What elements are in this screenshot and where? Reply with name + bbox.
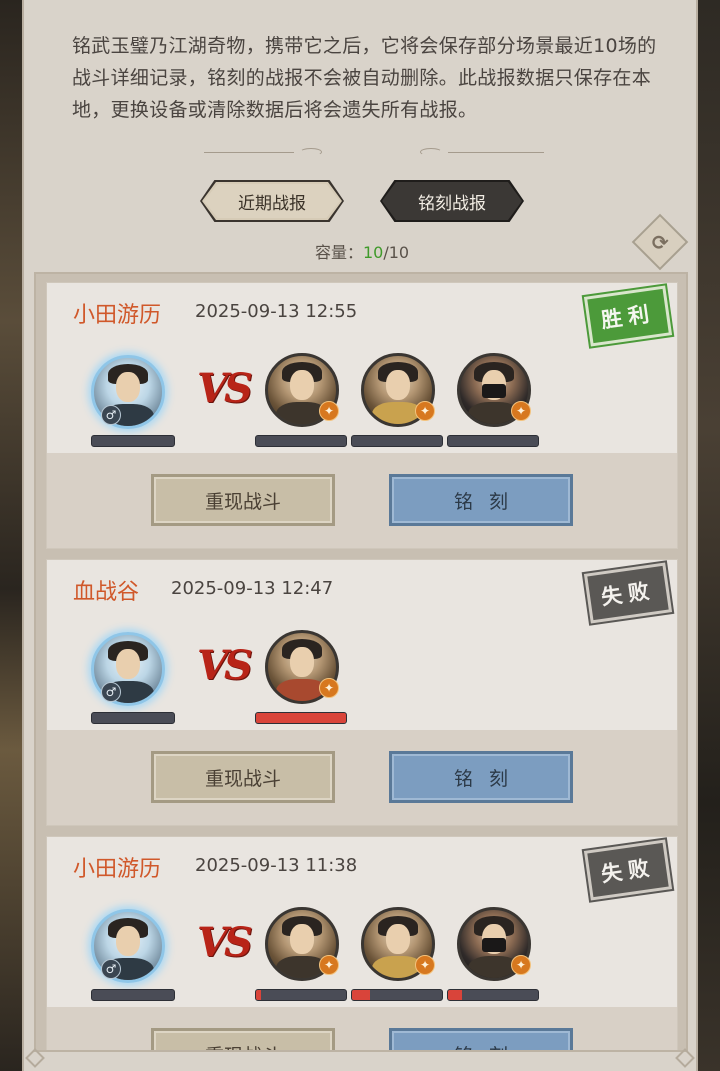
replay-battle-button[interactable]: 重现战斗 [151,474,335,526]
tab-recent-reports[interactable]: 近期战报 [202,182,342,220]
result-stamp-lose: 失败 [583,562,673,624]
player-hp-bar [91,435,175,447]
enemy-hp-bar [447,435,539,447]
divider-ornament-left [204,148,334,156]
engrave-button[interactable]: 铭刻 [389,1028,573,1050]
refresh-icon: ⟳ [651,229,669,254]
divider-ornament-right [416,148,546,156]
battle-time: 2025-09-13 12:55 [195,301,358,322]
vs-emblem: VS [197,642,253,689]
enemy-hp-bar [255,712,347,724]
fire-element-icon: ✦ [319,678,339,698]
capacity-max: 10 [388,243,410,262]
battle-list[interactable]: 小田游历 2025-09-13 12:55 胜利 ♂ VS ✦ ✦ ✦ 重现战斗… [34,272,688,1052]
battle-card: 血战谷 2025-09-13 12:47 失败 ♂ VS ✦ 重现战斗 铭刻 [46,559,678,826]
engrave-button[interactable]: 铭刻 [389,751,573,803]
fire-element-icon: ✦ [511,401,531,421]
battle-report-panel: 铭武玉璧乃江湖奇物，携带它之后，它将会保存部分场景最近10场的战斗详细记录，铭刻… [22,0,698,1071]
background-scenery-left [0,0,22,1071]
battle-card: 小田游历 2025-09-13 11:38 失败 ♂ VS ✦ ✦ ✦ [46,836,678,1050]
capacity-indicator: 容量：10/10 [24,239,700,263]
player-hp-bar [91,712,175,724]
male-icon: ♂ [101,682,121,702]
battle-location: 小田游历 [73,857,162,882]
fire-element-icon: ✦ [319,955,339,975]
battle-card: 小田游历 2025-09-13 12:55 胜利 ♂ VS ✦ ✦ ✦ 重现战斗… [46,282,678,549]
fire-element-icon: ✦ [415,955,435,975]
enemy-hp-bar [255,435,347,447]
male-icon: ♂ [101,405,121,425]
fire-element-icon: ✦ [319,401,339,421]
vs-emblem: VS [197,919,253,966]
battle-location: 小田游历 [73,303,162,328]
battle-time: 2025-09-13 12:47 [171,578,334,599]
background-scenery-right [698,0,720,1071]
battle-location: 血战谷 [73,580,140,605]
enemy-hp-bar [351,435,443,447]
capacity-label: 容量： [314,243,363,262]
replay-battle-button[interactable]: 重现战斗 [151,751,335,803]
capacity-current: 10 [362,243,384,262]
replay-battle-button[interactable]: 重现战斗 [151,1028,335,1050]
enemy-hp-bar [447,989,539,1001]
enemy-hp-bar [351,989,443,1001]
battle-time: 2025-09-13 11:38 [195,855,358,876]
jade-description: 铭武玉璧乃江湖奇物，携带它之后，它将会保存部分场景最近10场的战斗详细记录，铭刻… [72,35,657,121]
enemy-hp-bar [255,989,347,1001]
player-hp-bar [91,989,175,1001]
vs-emblem: VS [197,365,253,412]
engrave-button[interactable]: 铭刻 [389,474,573,526]
result-stamp-lose: 失败 [583,839,673,901]
fire-element-icon: ✦ [511,955,531,975]
tab-engraved-reports[interactable]: 铭刻战报 [382,182,522,220]
male-icon: ♂ [101,959,121,979]
fire-element-icon: ✦ [415,401,435,421]
result-stamp-win: 胜利 [583,285,673,347]
